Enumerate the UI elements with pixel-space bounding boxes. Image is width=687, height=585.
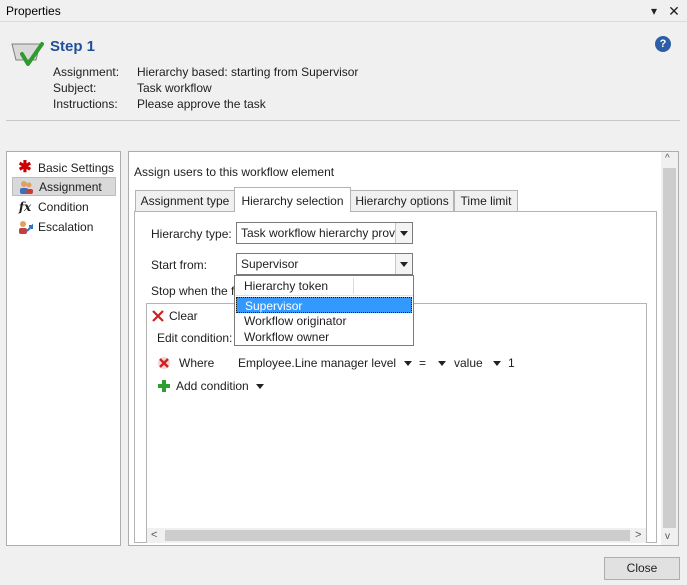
sidebar-item-label: Assignment: [39, 179, 102, 194]
condition-field[interactable]: Employee.Line manager level: [238, 356, 396, 370]
panel-heading: Assign users to this workflow element: [134, 165, 335, 179]
tab-hierarchy-selection[interactable]: Hierarchy selection: [234, 187, 351, 212]
chevron-down-icon[interactable]: [395, 223, 412, 243]
start-from-dropdown-list: Hierarchy token Supervisor Workflow orig…: [234, 275, 414, 346]
subject-label: Subject:: [53, 81, 97, 95]
divider: [235, 295, 413, 296]
delete-condition-icon[interactable]: [157, 356, 171, 370]
scroll-right-icon[interactable]: >: [635, 529, 641, 541]
step-check-icon: [11, 42, 44, 66]
sidebar-item-escalation[interactable]: Escalation: [12, 217, 116, 236]
instructions-label: Instructions:: [53, 97, 118, 111]
instructions-value: Please approve the task: [137, 97, 266, 111]
scroll-left-icon[interactable]: <: [151, 529, 157, 541]
condition-value-type[interactable]: value: [454, 356, 483, 370]
close-icon[interactable]: ✕: [664, 1, 684, 21]
value-type-dropdown-icon[interactable]: [493, 361, 501, 366]
scroll-down-icon[interactable]: v: [665, 531, 670, 542]
hierarchy-type-label: Hierarchy type:: [151, 227, 232, 241]
escalation-icon: [16, 219, 34, 235]
edit-condition-label: Edit condition:: [157, 331, 233, 345]
condition-value[interactable]: 1: [508, 356, 515, 370]
hierarchy-type-select[interactable]: Task workflow hierarchy prov: [236, 222, 413, 244]
title-bar: Properties ▾ ✕: [0, 0, 687, 22]
start-from-value: Supervisor: [241, 257, 299, 271]
condition-operator[interactable]: =: [419, 356, 426, 370]
stop-when-label: Stop when the f: [151, 284, 235, 298]
clear-button[interactable]: Clear: [150, 308, 198, 324]
where-label: Where: [179, 356, 215, 370]
plus-icon: [158, 380, 170, 392]
tab-time-limit[interactable]: Time limit: [454, 190, 518, 211]
add-condition-button[interactable]: Add condition: [157, 379, 264, 393]
add-condition-label: Add condition: [176, 379, 249, 393]
hierarchy-type-value: Task workflow hierarchy prov: [241, 226, 396, 240]
sidebar-nav: ✱ Basic Settings Assignment fx Condition…: [6, 151, 121, 546]
help-icon[interactable]: ?: [655, 36, 671, 52]
step-title: Step 1: [50, 38, 96, 55]
sidebar-item-label: Condition: [38, 199, 89, 214]
sidebar-item-basic-settings[interactable]: ✱ Basic Settings: [12, 158, 116, 177]
scrollbar-thumb[interactable]: [165, 530, 630, 541]
sidebar-item-assignment[interactable]: Assignment: [12, 177, 116, 196]
scroll-up-icon[interactable]: ^: [665, 153, 670, 164]
users-icon: [17, 179, 35, 195]
clear-label: Clear: [169, 309, 198, 323]
dropdown-option-workflow-owner[interactable]: Workflow owner: [236, 329, 412, 345]
close-button[interactable]: Close: [604, 557, 680, 580]
window-title: Properties: [6, 4, 61, 18]
sidebar-item-condition[interactable]: fx Condition: [12, 197, 116, 216]
divider: [353, 278, 354, 294]
field-dropdown-icon[interactable]: [404, 361, 412, 366]
tab-assignment-type[interactable]: Assignment type: [135, 190, 235, 211]
dropdown-option-supervisor[interactable]: Supervisor: [236, 297, 412, 313]
sidebar-item-label: Escalation: [38, 219, 94, 234]
dropdown-option-workflow-originator[interactable]: Workflow originator: [236, 313, 412, 329]
asterisk-icon: ✱: [18, 158, 32, 176]
assignment-value: Hierarchy based: starting from Superviso…: [137, 65, 359, 79]
operator-dropdown-icon[interactable]: [438, 361, 446, 366]
chevron-down-icon: [255, 383, 264, 389]
scrollbar-thumb[interactable]: [663, 168, 676, 528]
start-from-label: Start from:: [151, 258, 208, 272]
clear-icon: [152, 310, 164, 322]
subject-value: Task workflow: [137, 81, 212, 95]
tab-hierarchy-options[interactable]: Hierarchy options: [350, 190, 454, 211]
function-icon: fx: [18, 199, 32, 214]
chevron-down-icon[interactable]: [395, 254, 412, 274]
divider: [6, 120, 680, 121]
start-from-select[interactable]: Supervisor: [236, 253, 413, 275]
sidebar-item-label: Basic Settings: [38, 160, 115, 175]
dropdown-menu-icon[interactable]: ▾: [644, 1, 664, 21]
assignment-label: Assignment:: [53, 65, 120, 79]
dropdown-header: Hierarchy token: [244, 279, 329, 293]
